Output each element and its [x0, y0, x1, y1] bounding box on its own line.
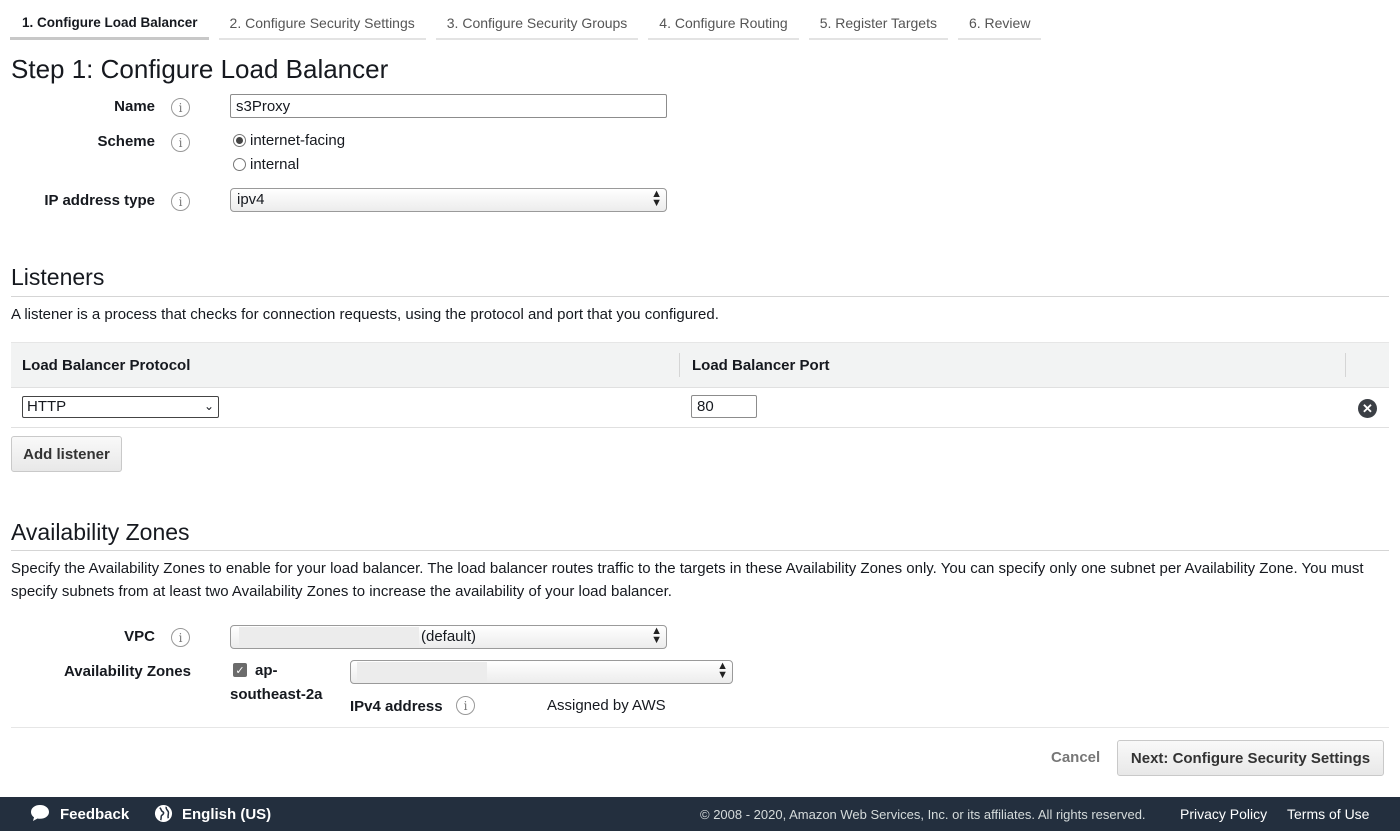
- ipv4-address-value: Assigned by AWS: [547, 697, 666, 714]
- scheme-option-internal[interactable]: internal: [233, 156, 299, 173]
- privacy-policy-link[interactable]: Privacy Policy: [1180, 806, 1267, 822]
- table-row: HTTP ⌄ ✕: [11, 388, 1389, 428]
- tab-register-targets[interactable]: 5. Register Targets: [808, 0, 948, 40]
- zone-name-line-1: ap-: [255, 662, 278, 679]
- name-input[interactable]: [230, 94, 667, 118]
- ip-address-type-label: IP address type: [44, 192, 155, 209]
- redacted-area: [357, 662, 487, 682]
- availability-zones-description: Specify the Availability Zones to enable…: [11, 560, 1364, 600]
- section-divider: [11, 296, 1389, 297]
- redacted-area: [239, 627, 419, 647]
- select-value: (default): [420, 628, 477, 645]
- tab-review[interactable]: 6. Review: [957, 0, 1042, 40]
- tab-configure-load-balancer[interactable]: 1. Configure Load Balancer: [10, 0, 209, 40]
- radio-label: internal: [250, 156, 300, 173]
- protocol-select[interactable]: HTTP ⌄: [22, 396, 219, 418]
- vpc-label: VPC: [124, 628, 155, 645]
- column-divider: [679, 353, 680, 377]
- section-divider: [11, 727, 1389, 728]
- tab-configure-security-settings[interactable]: 2. Configure Security Settings: [218, 0, 426, 40]
- info-icon[interactable]: i: [171, 628, 190, 647]
- updown-arrows-icon: ▲ ▼: [651, 625, 662, 646]
- zone-checkbox[interactable]: ✓: [233, 663, 247, 677]
- column-header-port: Load Balancer Port: [692, 357, 830, 374]
- info-icon[interactable]: i: [456, 696, 475, 715]
- updown-arrows-icon: ▲ ▼: [651, 188, 662, 209]
- zone-name-line-2: southeast-2a: [230, 686, 323, 703]
- info-icon[interactable]: i: [171, 133, 190, 152]
- updown-arrows-icon: ▲ ▼: [717, 660, 728, 681]
- tab-configure-routing[interactable]: 4. Configure Routing: [648, 0, 799, 40]
- add-listener-button[interactable]: Add listener: [11, 436, 122, 472]
- radio-button[interactable]: [233, 134, 246, 147]
- terms-of-use-link[interactable]: Terms of Use: [1287, 806, 1369, 822]
- port-input[interactable]: [691, 395, 757, 418]
- speech-bubble-icon: [30, 804, 50, 826]
- select-value: ipv4: [237, 191, 265, 208]
- listeners-description: A listener is a process that checks for …: [11, 306, 719, 323]
- availability-zones-heading: Availability Zones: [11, 519, 190, 545]
- column-header-protocol: Load Balancer Protocol: [22, 357, 191, 374]
- cancel-button[interactable]: Cancel: [1051, 749, 1100, 766]
- column-divider: [1345, 353, 1346, 377]
- ip-address-type-select[interactable]: ipv4 ▲ ▼: [230, 188, 667, 212]
- listener-table-header: Load Balancer Protocol Load Balancer Por…: [11, 342, 1389, 388]
- language-selector[interactable]: English (US): [182, 806, 271, 823]
- page-title: Step 1: Configure Load Balancer: [11, 54, 389, 84]
- radio-button[interactable]: [233, 158, 246, 171]
- select-value: HTTP: [27, 398, 67, 415]
- globe-icon: [154, 804, 173, 827]
- chevron-down-icon: ⌄: [203, 399, 214, 413]
- radio-label: internet-facing: [250, 132, 346, 149]
- availability-zones-label: Availability Zones: [64, 663, 191, 680]
- name-label: Name: [114, 98, 155, 115]
- footer: Feedback English (US) © 2008 - 2020, Ama…: [0, 797, 1400, 831]
- info-icon[interactable]: i: [171, 192, 190, 211]
- listeners-heading: Listeners: [11, 264, 105, 290]
- next-configure-security-settings-button[interactable]: Next: Configure Security Settings: [1117, 740, 1384, 776]
- ipv4-address-label: IPv4 address: [350, 698, 443, 715]
- remove-circle-icon[interactable]: ✕: [1358, 399, 1377, 418]
- wizard-tabs: 1. Configure Load Balancer 2. Configure …: [10, 0, 1051, 40]
- scheme-label: Scheme: [97, 133, 155, 150]
- feedback-link[interactable]: Feedback: [60, 806, 129, 823]
- subnet-select[interactable]: ▲ ▼: [350, 660, 733, 684]
- info-icon[interactable]: i: [171, 98, 190, 117]
- scheme-option-internet-facing[interactable]: internet-facing: [233, 132, 345, 149]
- copyright-text: © 2008 - 2020, Amazon Web Services, Inc.…: [700, 807, 1146, 822]
- tab-configure-security-groups[interactable]: 3. Configure Security Groups: [435, 0, 639, 40]
- section-divider: [11, 550, 1389, 551]
- vpc-select[interactable]: (default) ▲ ▼: [230, 625, 667, 649]
